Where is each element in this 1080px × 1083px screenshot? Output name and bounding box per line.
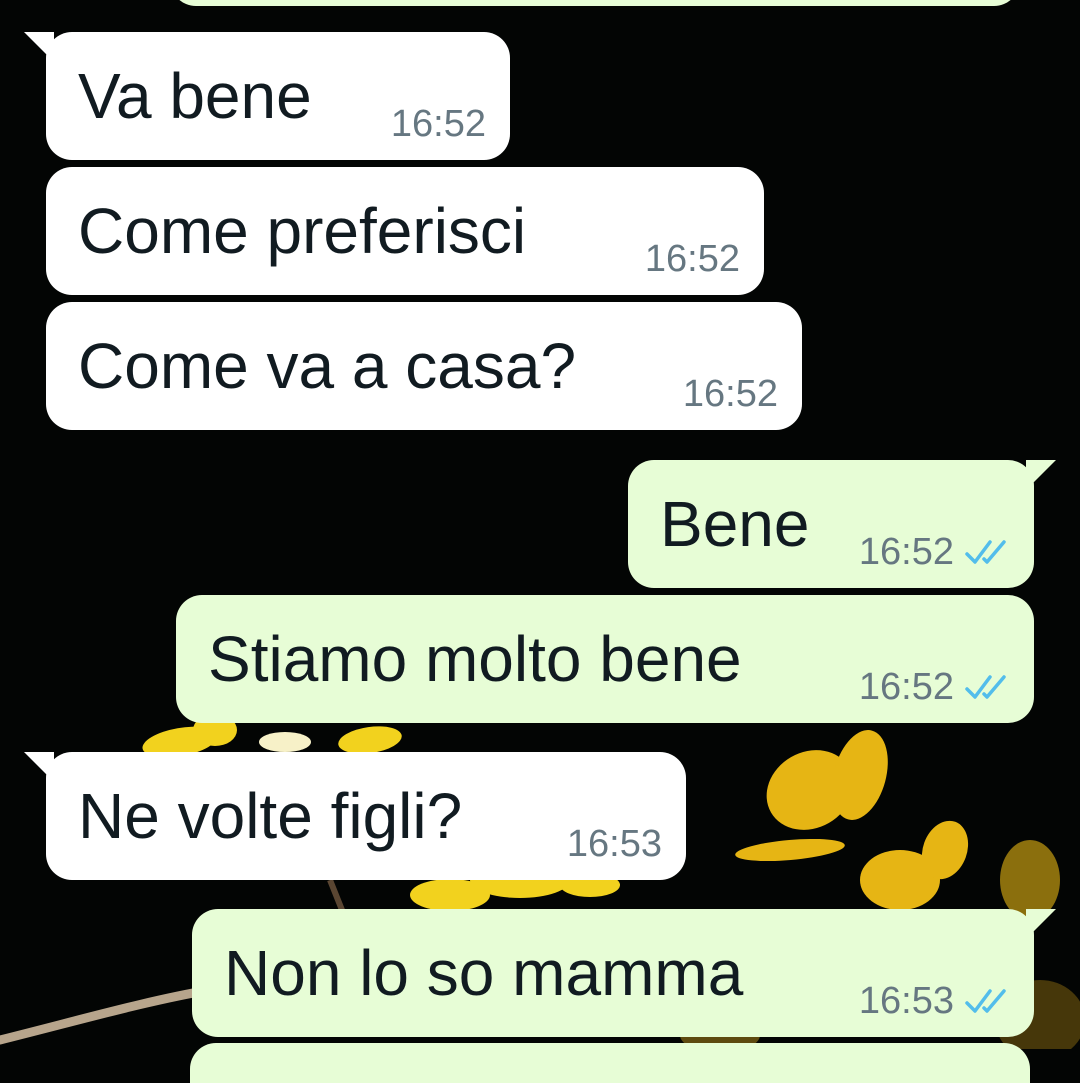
message-text: Come va a casa?: [78, 330, 577, 402]
outgoing-message-bubble[interactable]: Bene 16:52: [628, 460, 1056, 588]
double-check-read-icon: [965, 540, 1006, 564]
message-timestamp: 16:52: [858, 531, 954, 573]
bubble-tail-icon: [24, 32, 54, 62]
outgoing-message-bubble[interactable]: Non lo so mamma 16:53: [192, 909, 1056, 1037]
message-text: Ne volte figli?: [78, 780, 463, 852]
partial-message-bubble-top[interactable]: [170, 0, 1020, 6]
message-timestamp: 16:52: [644, 238, 740, 280]
message-timestamp: 16:53: [858, 980, 954, 1022]
message-text: Non lo so mamma: [224, 937, 744, 1009]
partial-message-bubble-bottom[interactable]: [190, 1043, 1030, 1083]
incoming-message-bubble[interactable]: Va bene 16:52: [24, 32, 510, 160]
bubble-tail-icon: [1026, 460, 1056, 490]
double-check-read-icon: [965, 675, 1006, 699]
message-text: Va bene: [78, 60, 312, 132]
bubble-tail-icon: [24, 752, 54, 782]
message-timestamp: 16:52: [682, 373, 778, 415]
message-text: Bene: [660, 488, 810, 560]
message-timestamp: 16:52: [390, 103, 486, 145]
message-timestamp: 16:53: [566, 823, 662, 865]
incoming-message-bubble[interactable]: Come va a casa? 16:52: [46, 302, 802, 430]
message-text: Stiamo molto bene: [208, 623, 742, 695]
double-check-read-icon: [965, 989, 1006, 1013]
incoming-message-bubble[interactable]: Ne volte figli? 16:53: [24, 752, 686, 880]
bubble-tail-icon: [1026, 909, 1056, 939]
message-timestamp: 16:52: [858, 666, 954, 708]
incoming-message-bubble[interactable]: Come preferisci 16:52: [46, 167, 764, 295]
message-text: Come preferisci: [78, 195, 527, 267]
outgoing-message-bubble[interactable]: Stiamo molto bene 16:52: [176, 595, 1034, 723]
